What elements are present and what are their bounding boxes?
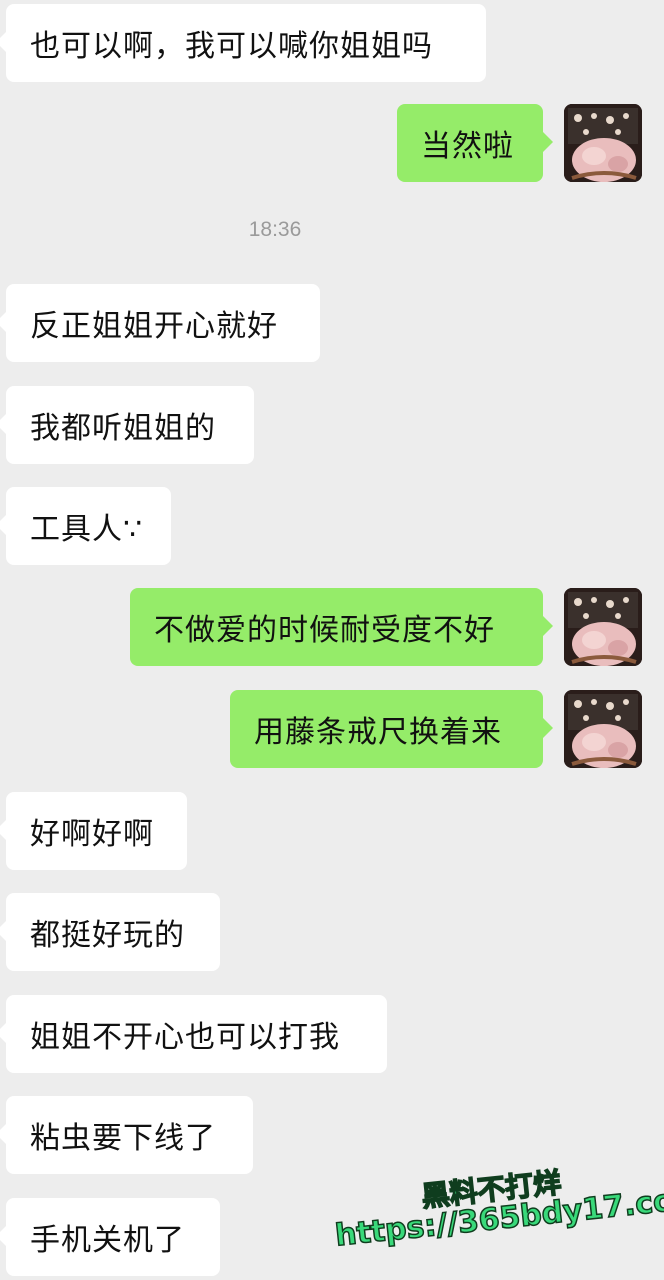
message-bubble-outgoing[interactable]: 当然啦 (397, 104, 553, 182)
message-text: 当然啦 (421, 129, 514, 164)
message-bubble-incoming[interactable]: 粘虫要下线了 (0, 1096, 253, 1174)
message-text: 手机关机了 (30, 1223, 185, 1258)
message-bubble-incoming[interactable]: 也可以啊，我可以喊你姐姐吗 (0, 4, 486, 82)
avatar-photo-icon (564, 588, 642, 666)
message-bubble-outgoing[interactable]: 不做爱的时候耐受度不好 (130, 588, 553, 666)
message-bubble-incoming[interactable]: 姐姐不开心也可以打我 (0, 995, 387, 1073)
message-text: 不做爱的时候耐受度不好 (154, 613, 495, 648)
message-text: 姐姐不开心也可以打我 (30, 1020, 340, 1055)
avatar-photo-icon (564, 104, 642, 182)
message-bubble-incoming[interactable]: 手机关机了 (0, 1198, 220, 1276)
message-text: 用藤条戒尺换着来 (254, 715, 502, 750)
message-bubble-incoming[interactable]: 都挺好玩的 (0, 893, 220, 971)
message-bubble-incoming[interactable]: 我都听姐姐的 (0, 386, 254, 464)
user-avatar[interactable] (564, 588, 642, 666)
message-text: 也可以啊，我可以喊你姐姐吗 (30, 29, 433, 64)
message-bubble-incoming[interactable]: 反正姐姐开心就好 (0, 284, 320, 362)
message-bubble-outgoing[interactable]: 用藤条戒尺换着来 (230, 690, 553, 768)
message-text: 我都听姐姐的 (30, 411, 216, 446)
user-avatar[interactable] (564, 104, 642, 182)
message-text: 反正姐姐开心就好 (30, 309, 278, 344)
user-avatar[interactable] (564, 690, 642, 768)
avatar-photo-icon (564, 690, 642, 768)
message-bubble-incoming[interactable]: 工具人∵ (0, 487, 171, 565)
message-bubble-incoming[interactable]: 好啊好啊 (0, 792, 187, 870)
message-text: 粘虫要下线了 (30, 1121, 216, 1156)
message-timestamp: 18:36 (248, 218, 302, 241)
message-text: 都挺好玩的 (30, 918, 185, 953)
chat-message-list[interactable]: 也可以啊，我可以喊你姐姐吗 当然啦 18:36 反正姐姐开心就好 我都听姐姐的 (0, 0, 664, 1280)
message-text: 工具人∵ (30, 512, 144, 547)
message-text: 好啊好啊 (30, 817, 154, 852)
